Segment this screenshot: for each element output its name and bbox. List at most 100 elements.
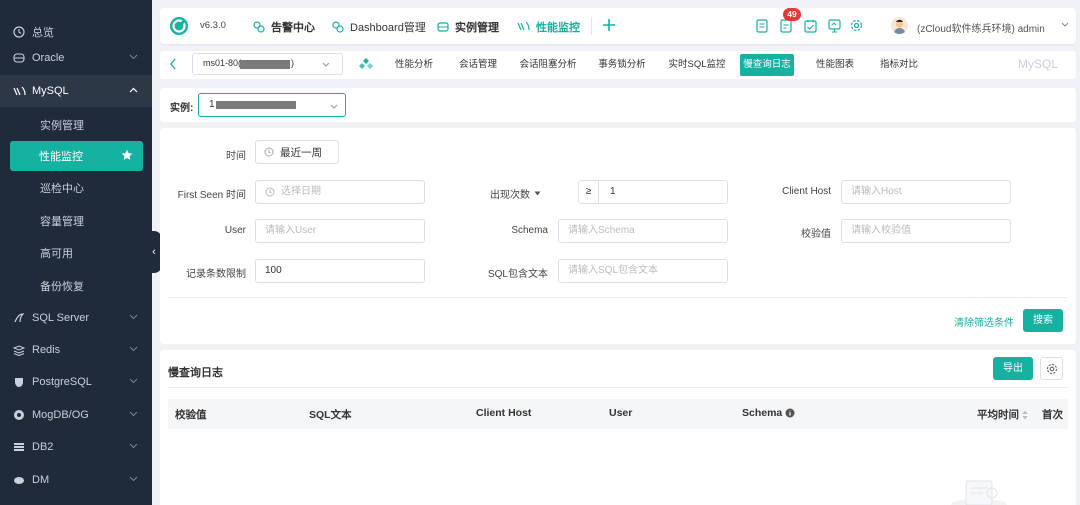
count-operator[interactable]: ≥ [579,181,599,203]
avatar[interactable] [891,17,908,34]
column-header-sql-text[interactable]: SQL文本 [309,407,352,422]
first-seen-label: First Seen 时间 [177,190,246,201]
add-tab-button[interactable] [601,17,617,33]
nav-label: 性能监控 [536,22,580,34]
nav-alarm-center[interactable]: 告警中心 [253,19,315,35]
nav-instance-manage[interactable]: 实例管理 [437,19,499,35]
sort-icon[interactable] [1022,410,1028,420]
column-header-schema[interactable]: Schema [742,407,795,419]
column-header-user[interactable]: User [609,407,632,419]
tab-metric-compare[interactable]: 指标对比 [875,51,923,79]
nav-performance-monitor[interactable]: 性能监控 [517,19,580,35]
dashboard-icon [332,21,344,33]
tab-realtime-sql[interactable]: 实时SQL监控 [663,51,731,79]
sidebar-item-db2[interactable]: DB2 [0,432,152,462]
instance-picker[interactable]: 1 [198,93,346,117]
sidebar-sub-capacity[interactable]: 容量管理 [0,206,152,236]
clock-icon [265,187,275,197]
checksum-label: 校验值 [801,229,831,240]
schema-label: Schema [511,225,548,236]
sidebar-item-label: Oracle [32,52,65,64]
sidebar-item-redis[interactable]: Redis [0,335,152,365]
column-header-checksum[interactable]: 校验值 [175,407,207,422]
count-input[interactable]: ≥ 1 [578,180,728,204]
top-navbar: v6.3.0 告警中心 Dashboard管理 实例管理 性能监控 49 (zC… [160,8,1076,44]
tab-session-block[interactable]: 会话阻塞分析 [515,51,581,79]
chevron-down-icon [322,62,330,67]
count-dropdown[interactable]: 出现次数 [490,186,541,201]
sidebar-item-sqlserver[interactable]: SQL Server [0,303,152,333]
tab-session-manage[interactable]: 会话管理 [452,51,504,79]
document-icon[interactable] [756,19,768,33]
sidebar-sub-performance-monitor[interactable]: 性能监控 [10,141,143,171]
time-label: 时间 [226,151,246,162]
star-icon[interactable] [121,149,133,161]
version-label: v6.3.0 [200,20,226,31]
clear-filters-link[interactable]: 清除筛选条件 [954,314,1014,329]
chevron-down-icon[interactable] [1061,22,1069,27]
sidebar-sub-inspection[interactable]: 巡检中心 [0,173,152,203]
gear-icon [1046,363,1058,375]
redacted-block [216,101,296,109]
chevron-down-icon [129,346,138,352]
sidebar-item-oracle[interactable]: Oracle [0,43,152,73]
sub-tab-bar: ms01-80( ) 性能分析 会话管理 会话阻塞分析 事务锁分析 实时SQL监… [160,51,1076,79]
clock-icon [264,147,274,157]
tab-transaction-lock[interactable]: 事务锁分析 [594,51,650,79]
tab-performance-analysis[interactable]: 性能分析 [388,51,440,79]
switch-icon[interactable] [359,57,373,71]
instance-picker-value: 1 [209,99,215,110]
client-host-input[interactable]: 请输入Host [841,180,1011,204]
sql-text-input[interactable]: 请输入SQL包含文本 [558,259,728,283]
redacted-block [240,60,290,69]
checklist-icon[interactable] [804,19,817,33]
tab-performance-chart[interactable]: 性能图表 [811,51,859,79]
clock-icon [12,25,26,39]
column-header-label: 平均时间 [977,409,1019,421]
user-input[interactable]: 请输入User [255,219,425,243]
divider [591,17,592,35]
instance-label: 实例: [170,103,194,114]
nav-label: 告警中心 [271,22,315,34]
back-button[interactable] [169,58,177,70]
schema-input[interactable]: 请输入Schema [558,219,728,243]
instance-select[interactable]: ms01-80( ) [192,53,343,75]
time-range-picker[interactable]: 最近一周 [255,140,339,164]
monitor-icon[interactable] [828,19,841,33]
db-type-label: MySQL [1018,57,1059,71]
first-seen-date-input[interactable]: 选择日期 [255,180,425,204]
sidebar-sub-instance-manage[interactable]: 实例管理 [0,110,152,140]
sidebar-sub-label: 实例管理 [40,120,84,132]
column-header-client-host[interactable]: Client Host [476,407,531,419]
column-header-avg-time[interactable]: 平均时间 [977,407,1028,422]
caret-down-icon [534,191,541,196]
user-menu-label[interactable]: (zCloud软件练兵环境) admin [917,20,1045,35]
export-button[interactable]: 导出 [993,357,1033,380]
sidebar-item-postgresql[interactable]: PostgreSQL [0,367,152,397]
sidebar-sub-label: 备份恢复 [40,281,84,293]
client-host-label: Client Host [782,186,831,197]
limit-input[interactable]: 100 [255,259,425,283]
info-icon[interactable] [785,408,795,418]
column-header-first-seen[interactable]: 首次 [1042,407,1063,422]
task-icon[interactable] [780,19,792,33]
nav-dashboard-manage[interactable]: Dashboard管理 [332,19,426,35]
mysql-icon [12,84,26,98]
instance-bar: 实例: 1 [160,88,1076,122]
chevron-down-icon [129,476,138,482]
notification-badge: 49 [783,8,801,21]
divider [168,387,1068,388]
sidebar-sub-backup[interactable]: 备份恢复 [0,271,152,301]
sidebar-sub-high-availability[interactable]: 高可用 [0,238,152,268]
chevron-down-icon [129,54,138,60]
sidebar-item-mysql[interactable]: MySQL [0,75,152,107]
checksum-input[interactable]: 请输入校验值 [841,219,1011,243]
column-settings-button[interactable] [1040,357,1063,380]
sidebar-sub-label: 巡检中心 [40,183,84,195]
gear-icon[interactable] [850,19,863,32]
search-button[interactable]: 搜索 [1023,309,1063,332]
sidebar-item-label: Redis [32,344,61,356]
sidebar-item-dm[interactable]: DM [0,465,152,495]
tab-slow-query-log[interactable]: 慢查询日志 [740,54,794,76]
sidebar-item-mogdb[interactable]: MogDB/OG [0,400,152,430]
